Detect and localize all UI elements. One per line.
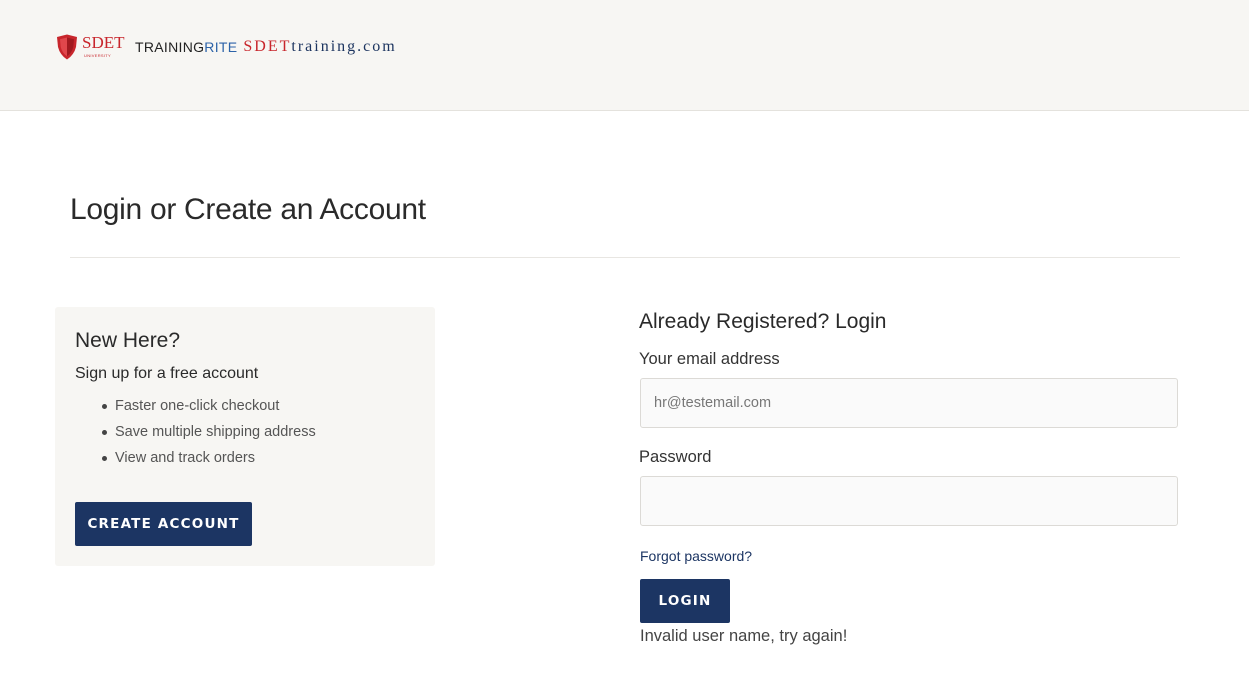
trainingrite-logo: TRAININGRITE (135, 39, 237, 55)
page-title: Login or Create an Account (70, 193, 426, 226)
new-account-title: New Here? (75, 329, 181, 352)
forgot-password-link[interactable]: Forgot password? (640, 548, 752, 564)
login-title: Already Registered? Login (639, 310, 887, 333)
sdettraining-part2: training.com (291, 38, 397, 55)
trainingrite-part2: RITE (204, 39, 238, 55)
site-logo[interactable]: SDET UNIVERSITY TRAININGRITE SDETtrainin… (55, 33, 397, 61)
benefit-item: Save multiple shipping address (102, 423, 316, 449)
create-account-button[interactable]: CREATE ACCOUNT (75, 502, 252, 546)
login-error-message: Invalid user name, try again! (640, 627, 848, 645)
email-field[interactable] (640, 378, 1178, 428)
email-label: Your email address (639, 350, 780, 368)
benefit-item: Faster one-click checkout (102, 397, 316, 423)
sdet-university-logo: SDET UNIVERSITY (82, 34, 130, 60)
trainingrite-part1: TRAINING (135, 39, 205, 55)
benefit-item: View and track orders (102, 449, 316, 475)
new-account-subtitle: Sign up for a free account (75, 365, 259, 382)
new-account-panel: New Here? Sign up for a free account Fas… (55, 307, 435, 566)
password-label: Password (639, 448, 712, 466)
site-header: SDET UNIVERSITY TRAININGRITE SDETtrainin… (0, 0, 1249, 111)
benefits-list: Faster one-click checkout Save multiple … (102, 397, 316, 475)
title-divider (70, 257, 1180, 258)
sdettraining-logo: SDETtraining.com (243, 38, 396, 56)
shield-logo-icon (57, 34, 77, 60)
login-button[interactable]: LOGIN (640, 579, 730, 623)
sdettraining-part1: SDET (243, 38, 292, 55)
sdet-university-text: SDET (82, 33, 125, 52)
password-field[interactable] (640, 476, 1178, 526)
sdet-university-small-text: UNIVERSITY (84, 53, 112, 58)
